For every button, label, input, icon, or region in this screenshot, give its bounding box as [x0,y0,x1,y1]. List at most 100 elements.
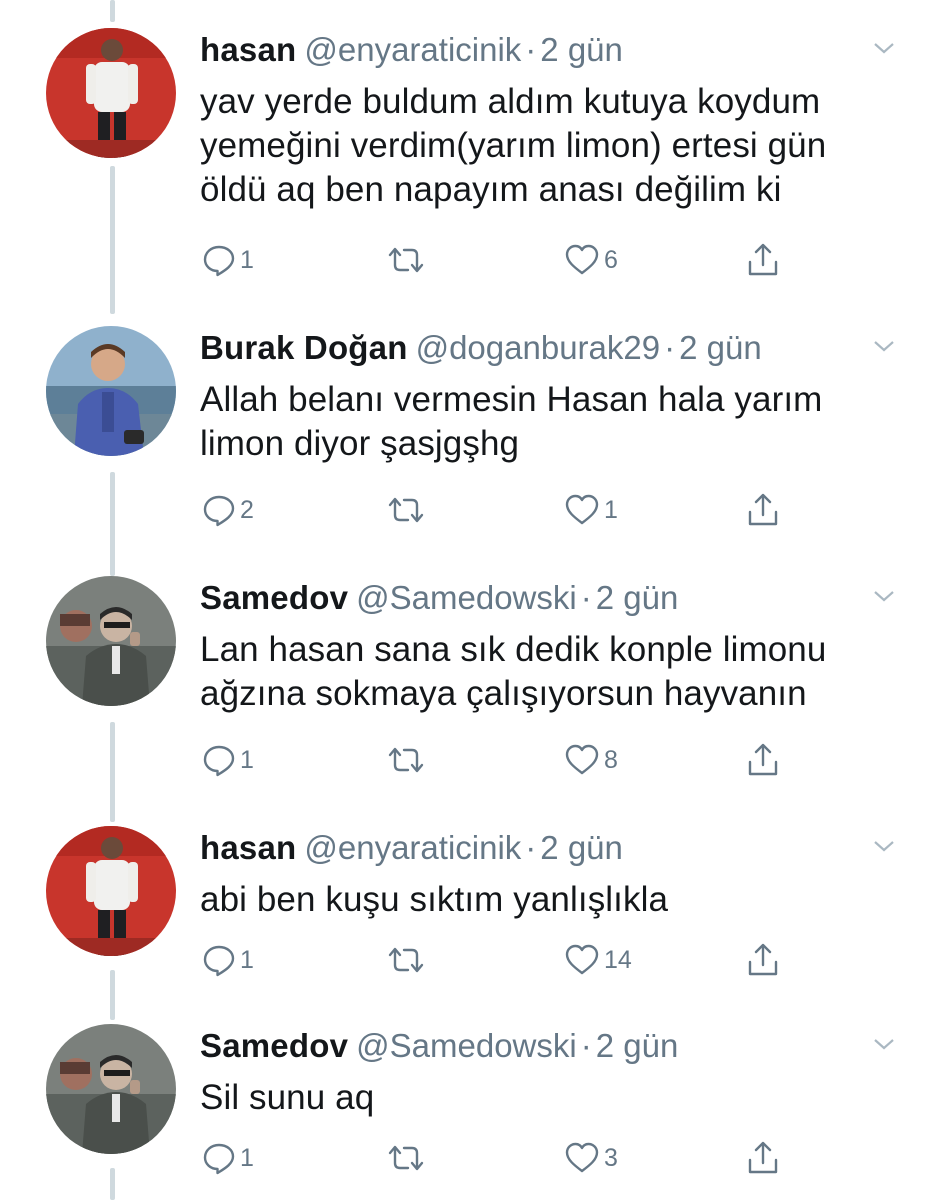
like-button[interactable]: 8 [564,740,618,780]
heart-icon [565,244,599,275]
tweet-text-line: yav yerde buldum aldım kutuya koydum [200,82,821,121]
like-count: 6 [604,245,618,274]
separator: · [580,579,592,616]
retweet-button[interactable] [386,1138,430,1178]
separator: · [525,829,537,866]
username[interactable]: @doganburak29 [416,329,661,366]
tweet-text: yav yerde buldum aldım kutuya koydum yem… [200,80,897,212]
reply-icon [203,245,235,277]
tweet-text-line: abi ben kuşu sıktım yanlışlıkla [200,880,669,919]
tweet-text-line: öldü aq ben napayım anası değilim ki [200,170,782,209]
share-button[interactable] [746,740,780,780]
samedov-avatar-image [46,1024,176,1154]
chevron-down-icon[interactable] [871,586,897,606]
tweet-text-line: Lan hasan sana sık dedik konple limonu [200,630,827,669]
thread-line [110,166,115,314]
timestamp[interactable]: 2 gün [596,1027,679,1064]
heart-icon [565,944,599,975]
separator: · [664,329,676,366]
samedov-avatar-image [46,576,176,706]
tweet-actions: 1 6 [200,240,897,280]
like-button[interactable]: 14 [564,940,632,980]
reply-count: 2 [240,495,254,524]
share-icon [748,943,778,976]
hasan-avatar-image [46,28,176,158]
share-button[interactable] [746,490,780,530]
tweet-actions: 1 14 [200,940,897,980]
hasan-avatar-image [46,826,176,956]
like-button[interactable]: 1 [564,490,618,530]
timestamp[interactable]: 2 gün [679,329,762,366]
thread-line [110,722,115,822]
like-count: 8 [604,745,618,774]
reply-button[interactable]: 2 [202,490,254,530]
avatar[interactable] [46,576,176,706]
chevron-down-icon[interactable] [871,836,897,856]
reply-icon [203,945,235,977]
retweet-button[interactable] [386,240,430,280]
retweet-icon [388,247,424,273]
reply-count: 1 [240,1143,254,1172]
share-button[interactable] [746,1138,780,1178]
heart-icon [565,1142,599,1173]
tweet-text-line: yemeğini verdim(yarım limon) ertesi gün [200,126,827,165]
timestamp[interactable]: 2 gün [540,829,623,866]
reply-button[interactable]: 1 [202,740,254,780]
retweet-icon [388,747,424,773]
chevron-down-icon[interactable] [871,1034,897,1054]
display-name[interactable]: Samedov [200,1027,348,1064]
reply-icon [203,1143,235,1175]
reply-icon [203,495,235,527]
retweet-button[interactable] [386,740,430,780]
tweet-text: Sil sunu aq [200,1076,897,1120]
reply-button[interactable]: 1 [202,1138,254,1178]
retweet-button[interactable] [386,490,430,530]
display-name[interactable]: hasan [200,31,296,68]
like-button[interactable]: 6 [564,240,618,280]
burak-avatar-image [46,326,176,456]
username[interactable]: @enyaraticinik [304,829,521,866]
like-count: 14 [604,945,632,974]
share-button[interactable] [746,940,780,980]
retweet-button[interactable] [386,940,430,980]
share-icon [748,243,778,276]
thread-line [110,970,115,1020]
like-button[interactable]: 3 [564,1138,618,1178]
display-name[interactable]: Samedov [200,579,348,616]
tweet-header: hasan @enyaraticinik · 2 gün [200,826,897,870]
tweet-actions: 1 8 [200,740,897,780]
display-name[interactable]: hasan [200,829,296,866]
share-icon [748,743,778,776]
username[interactable]: @Samedowski [356,1027,577,1064]
separator: · [580,1027,592,1064]
tweet-text: Lan hasan sana sık dedik konple limonu a… [200,628,897,716]
display-name[interactable]: Burak Doğan [200,329,408,366]
tweet-actions: 2 1 [200,490,897,530]
avatar[interactable] [46,826,176,956]
like-count: 3 [604,1143,618,1172]
tweet-header: Samedov @Samedowski · 2 gün [200,576,897,620]
separator: · [525,31,537,68]
tweet-thread: hasan @enyaraticinik · 2 gün yav yerde buld… [0,0,937,1200]
avatar[interactable] [46,28,176,158]
timestamp[interactable]: 2 gün [596,579,679,616]
username[interactable]: @Samedowski [356,579,577,616]
avatar[interactable] [46,1024,176,1154]
tweet-header: Burak Doğan @doganburak29 · 2 gün [200,326,897,370]
tweet-text: Allah belanı vermesin Hasan hala yarım l… [200,378,897,466]
share-icon [748,1141,778,1174]
avatar[interactable] [46,326,176,456]
tweet-header: hasan @enyaraticinik · 2 gün [200,28,897,72]
reply-count: 1 [240,245,254,274]
reply-button[interactable]: 1 [202,240,254,280]
share-icon [748,493,778,526]
share-button[interactable] [746,240,780,280]
tweet-header: Samedov @Samedowski · 2 gün [200,1024,897,1068]
tweet-text-line: Allah belanı vermesin Hasan hala yarım [200,380,823,419]
chevron-down-icon[interactable] [871,336,897,356]
chevron-down-icon[interactable] [871,38,897,58]
username[interactable]: @enyaraticinik [304,31,521,68]
reply-button[interactable]: 1 [202,940,254,980]
timestamp[interactable]: 2 gün [540,31,623,68]
heart-icon [565,744,599,775]
